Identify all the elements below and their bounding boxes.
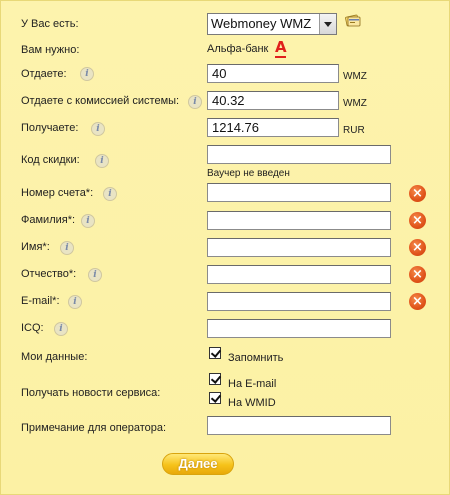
email-label: E-mail*: — [21, 295, 60, 307]
account-input[interactable] — [207, 183, 391, 202]
currency-select-value: Webmoney WMZ — [211, 16, 312, 31]
info-icon[interactable]: i — [68, 295, 82, 309]
info-icon[interactable]: i — [103, 187, 117, 201]
currency-select[interactable]: Webmoney WMZ — [207, 13, 337, 35]
discount-input[interactable] — [207, 145, 391, 164]
info-icon[interactable]: i — [188, 95, 202, 109]
need-value: Альфа-банк — [207, 43, 269, 55]
dropdown-arrow-icon[interactable] — [319, 14, 336, 34]
give-fee-label: Отдаете с комиссией системы: — [21, 95, 180, 107]
discount-label: Код скидки: — [21, 154, 80, 166]
have-label: У Вас есть: — [21, 18, 79, 30]
need-label: Вам нужно: — [21, 44, 80, 56]
voucher-note: Ваучер не введен — [207, 168, 290, 179]
info-icon[interactable]: i — [95, 154, 109, 168]
error-icon: × — [409, 185, 426, 202]
lastname-input[interactable] — [207, 211, 391, 230]
error-icon: × — [409, 293, 426, 310]
give-label: Отдаете: — [21, 68, 67, 80]
info-icon[interactable]: i — [91, 122, 105, 136]
icq-label: ICQ: — [21, 322, 44, 334]
give-input[interactable]: 40 — [207, 64, 339, 83]
info-icon[interactable]: i — [60, 241, 74, 255]
info-icon[interactable]: i — [88, 268, 102, 282]
info-icon[interactable]: i — [80, 67, 94, 81]
patronymic-input[interactable] — [207, 265, 391, 284]
patronymic-label: Отчество*: — [21, 268, 77, 280]
firstname-input[interactable] — [207, 238, 391, 257]
error-icon: × — [409, 239, 426, 256]
mydata-label: Мои данные: — [21, 351, 88, 363]
note-input[interactable] — [207, 416, 391, 435]
email-input[interactable] — [207, 292, 391, 311]
receive-input[interactable]: 1214.76 — [207, 118, 339, 137]
lastname-label: Фамилия*: — [21, 214, 76, 226]
give-unit: WMZ — [343, 71, 367, 82]
news-email-label: На E-mail — [228, 378, 277, 390]
remember-label: Запомнить — [228, 352, 284, 364]
next-button[interactable]: Далее — [162, 453, 234, 475]
exchange-form: У Вас есть: Webmoney WMZ Вам нужно: Альф… — [0, 0, 450, 495]
receive-unit: RUR — [343, 125, 365, 136]
info-icon[interactable]: i — [54, 322, 68, 336]
remember-checkbox[interactable] — [209, 347, 221, 359]
news-wmid-checkbox[interactable] — [209, 392, 221, 404]
error-icon: × — [409, 266, 426, 283]
give-fee-input[interactable]: 40.32 — [207, 91, 339, 110]
alfa-bank-logo: А — [275, 38, 287, 58]
account-label: Номер счета*: — [21, 187, 94, 199]
icq-input[interactable] — [207, 319, 391, 338]
info-icon[interactable]: i — [81, 214, 95, 228]
give-fee-unit: WMZ — [343, 98, 367, 109]
news-email-checkbox[interactable] — [209, 373, 221, 385]
card-icon[interactable] — [345, 14, 361, 27]
news-wmid-label: На WMID — [228, 397, 276, 409]
firstname-label: Имя*: — [21, 241, 50, 253]
news-label: Получать новости сервиса: — [21, 387, 161, 399]
note-label: Примечание для оператора: — [21, 422, 167, 434]
receive-label: Получаете: — [21, 122, 79, 134]
error-icon: × — [409, 212, 426, 229]
